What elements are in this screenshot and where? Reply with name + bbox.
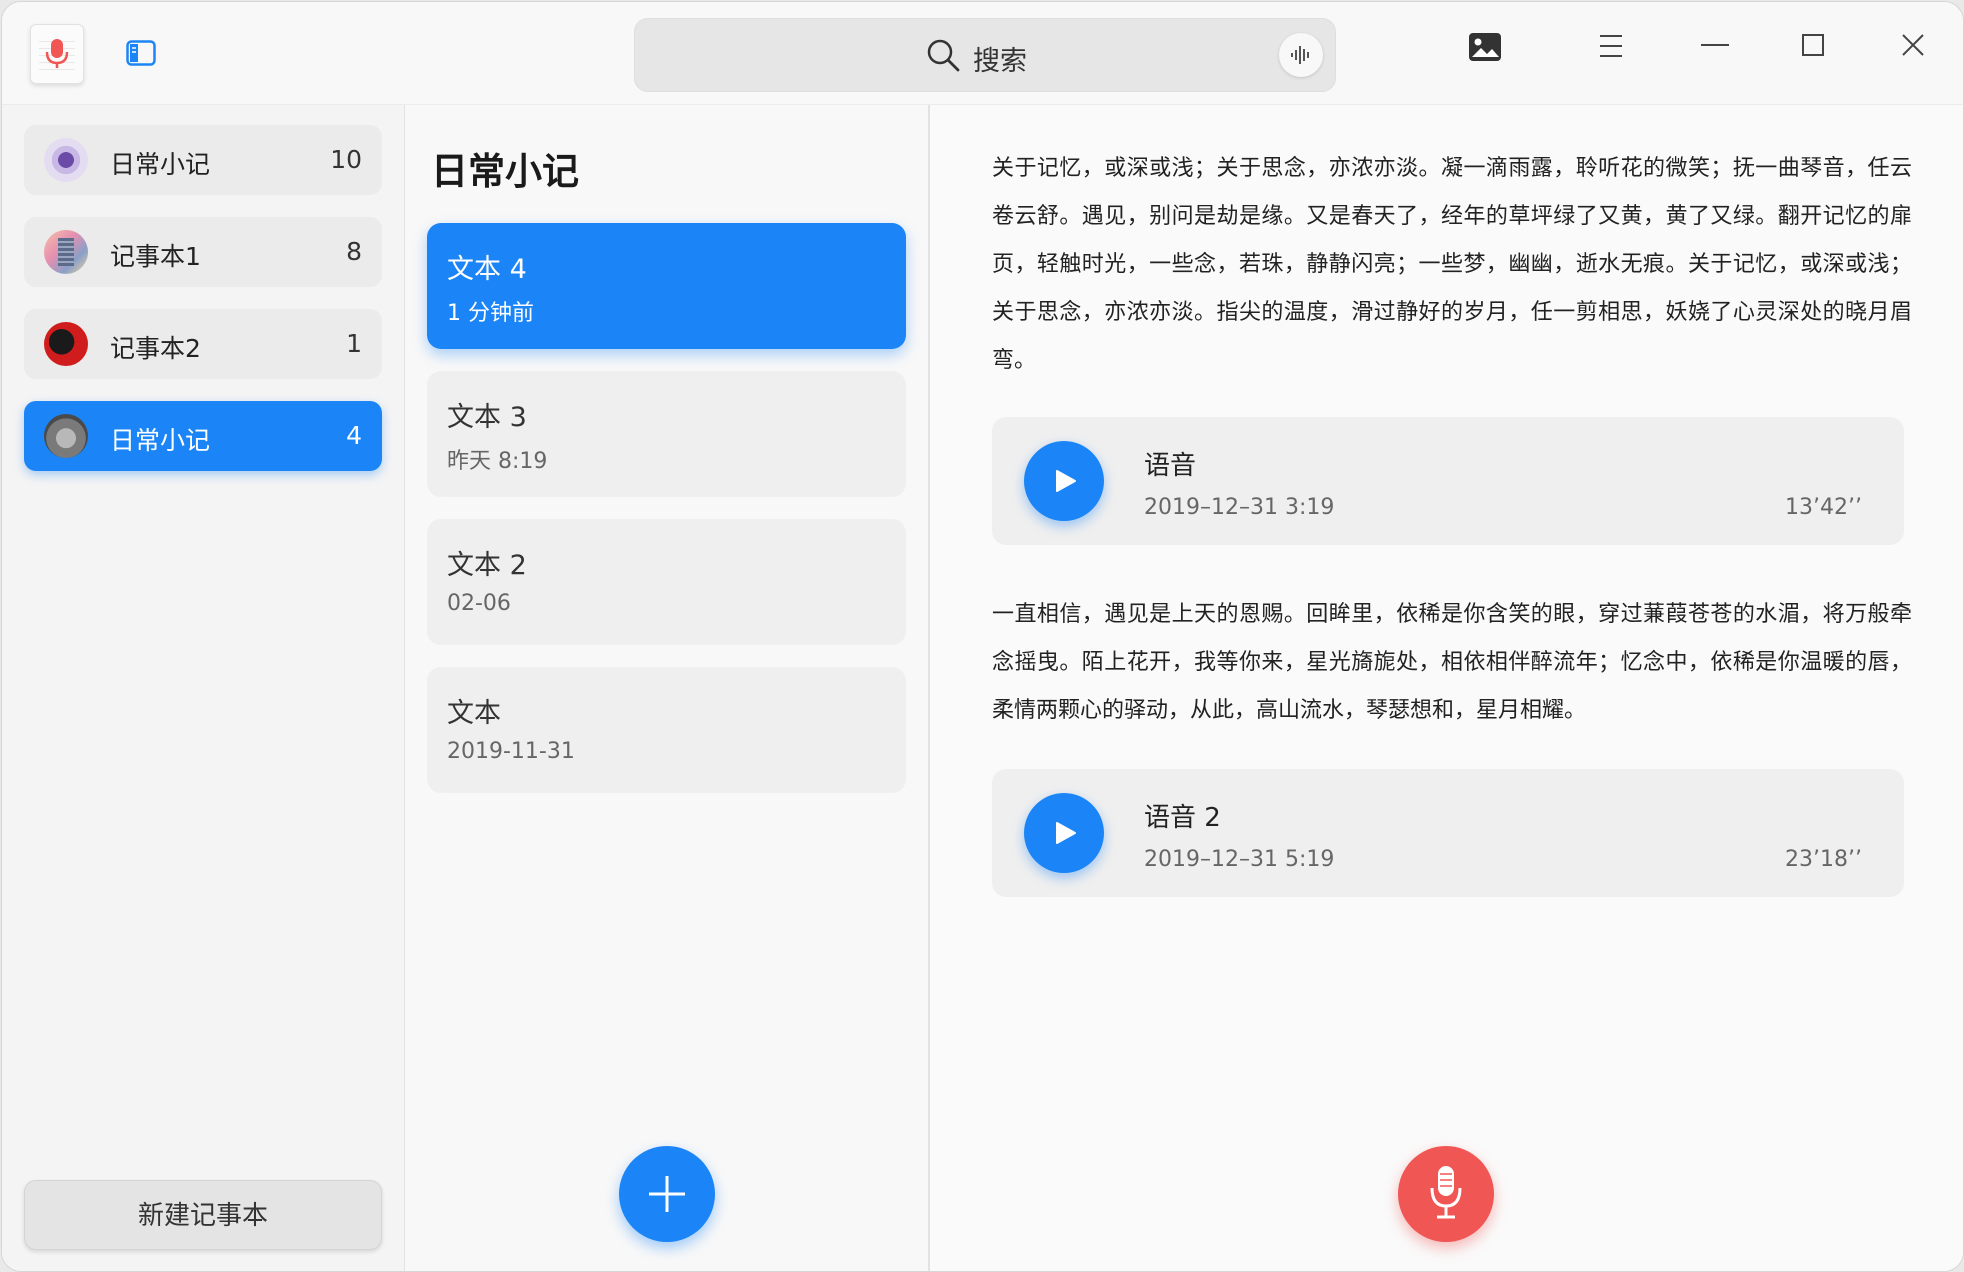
new-notebook-button[interactable]: 新建记事本 [24,1180,382,1250]
note-title: 文本 3 [447,402,527,433]
minimize-icon [1701,44,1729,46]
notebook-count: 10 [330,145,362,174]
microphone-icon [1430,1166,1462,1219]
search-icon [927,39,960,72]
notebook-item[interactable]: 日常小记 10 [24,125,382,195]
note-title: 文本 4 [447,254,527,285]
note-item[interactable]: 文本 3 昨天 8:19 [427,371,906,497]
play-button[interactable] [1024,793,1104,873]
cat-icon [44,414,88,458]
purple-flower-icon [44,138,88,182]
menu-button[interactable] [1598,32,1638,72]
note-item[interactable]: 文本 2 02-06 [427,519,906,645]
close-button[interactable] [1900,32,1940,72]
building-icon [44,230,88,274]
menu-icon [1600,35,1622,57]
note-time: 02-06 [447,591,511,616]
note-time: 2019-11-31 [447,739,575,764]
note-paragraph[interactable]: 一直相信，遇见是上天的恩赐。回眸里，依稀是你含笑的眼，穿过蒹葭苍苍的水湄，将万般… [992,591,1912,735]
voice-clip[interactable]: 语音 2019–12–31 3:19 13’42’’ [992,417,1904,545]
app-logo-icon [30,24,84,84]
play-icon [1056,822,1076,844]
note-time: 1 分钟前 [447,301,534,326]
notebook-item-active[interactable]: 日常小记 4 [24,401,382,471]
waveform-icon [1291,46,1309,64]
play-button[interactable] [1024,441,1104,521]
voice-search-button[interactable] [1279,33,1323,77]
notebook-sidebar: 日常小记 10 记事本1 8 记事本2 1 日常小记 4 新建记事本 [2,105,405,1271]
notebook-name: 日常小记 [110,150,211,179]
note-item-active[interactable]: 文本 4 1 分钟前 [427,223,906,349]
voice-duration: 23’18’’ [1785,847,1862,872]
voice-date: 2019–12–31 3:19 [1144,495,1335,520]
notebook-count: 8 [346,237,362,266]
notebook-count: 4 [346,421,362,450]
note-editor[interactable]: 关于记忆，或深或浅；关于思念，亦浓亦淡。凝一滴雨露，聆听花的微笑；抚一曲琴音，任… [930,105,1963,1271]
plus-icon [649,1176,685,1212]
notebook-name: 记事本1 [110,242,201,271]
maximize-button[interactable] [1800,32,1840,72]
title-bar: 搜索 [2,2,1963,105]
maximize-icon [1802,34,1824,56]
sidebar-toggle-icon[interactable] [126,40,156,66]
notebook-name: 日常小记 [110,426,211,455]
note-title: 文本 [447,698,501,729]
note-time: 昨天 8:19 [447,449,548,474]
notebook-name: 记事本2 [110,334,201,363]
close-icon [1902,34,1924,56]
notebook-item[interactable]: 记事本2 1 [24,309,382,379]
voice-title: 语音 2 [1144,803,1221,833]
play-icon [1056,470,1076,492]
minimize-button[interactable] [1700,32,1740,72]
notes-panel-title: 日常小记 [431,150,579,193]
app-window: 搜索 日常小记 10 记事本1 8 记事本2 1 日常小记 4 新建记事本 日常… [1,1,1964,1272]
notebook-item[interactable]: 记事本1 8 [24,217,382,287]
notes-list-panel: 日常小记 文本 4 1 分钟前 文本 3 昨天 8:19 文本 2 02-06 … [405,105,930,1271]
search-box[interactable]: 搜索 [634,18,1336,92]
voice-title: 语音 [1144,451,1197,481]
image-button[interactable] [1468,32,1508,72]
note-item[interactable]: 文本 2019-11-31 [427,667,906,793]
voice-date: 2019–12–31 5:19 [1144,847,1335,872]
voice-clip[interactable]: 语音 2 2019–12–31 5:19 23’18’’ [992,769,1904,897]
image-icon [1469,33,1501,61]
note-title: 文本 2 [447,550,527,581]
voice-duration: 13’42’’ [1785,495,1862,520]
search-placeholder: 搜索 [973,46,1027,77]
record-button[interactable] [1398,1146,1494,1242]
note-paragraph[interactable]: 关于记忆，或深或浅；关于思念，亦浓亦淡。凝一滴雨露，聆听花的微笑；抚一曲琴音，任… [992,145,1912,385]
notebook-count: 1 [346,329,362,358]
red-dog-icon [44,322,88,366]
add-note-button[interactable] [619,1146,715,1242]
